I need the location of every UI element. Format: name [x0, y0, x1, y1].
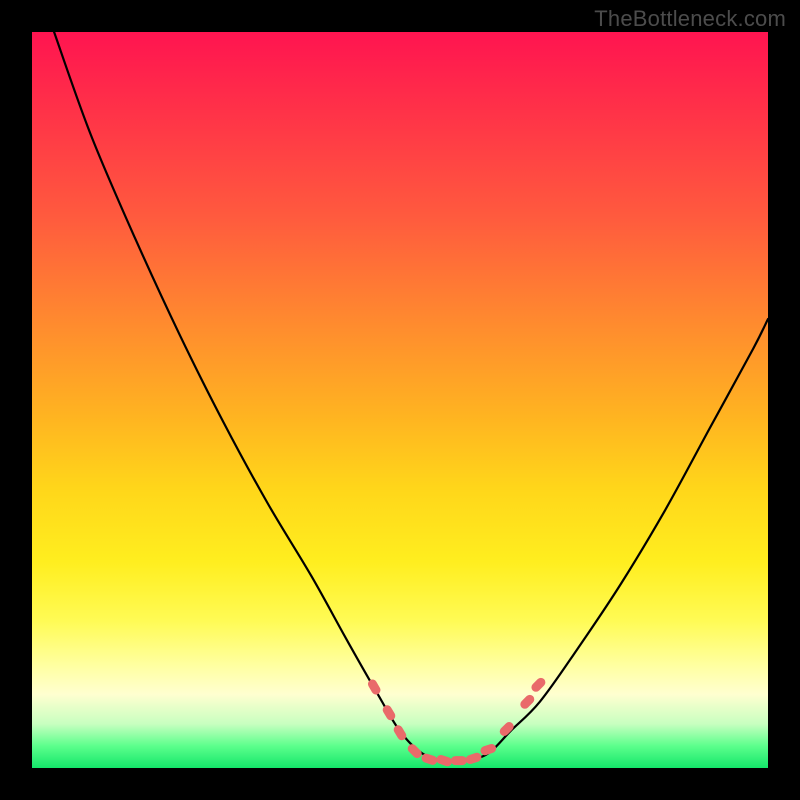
bead [465, 752, 483, 766]
bottleneck-curve [54, 32, 768, 762]
outer-frame: TheBottleneck.com [0, 0, 800, 800]
bead [435, 754, 453, 768]
bead [406, 742, 424, 760]
bead [451, 756, 467, 765]
bead [530, 676, 548, 694]
watermark-text: TheBottleneck.com [594, 6, 786, 32]
plot-area [32, 32, 768, 768]
curve-layer [32, 32, 768, 768]
bead [498, 720, 516, 738]
bead [381, 704, 397, 722]
